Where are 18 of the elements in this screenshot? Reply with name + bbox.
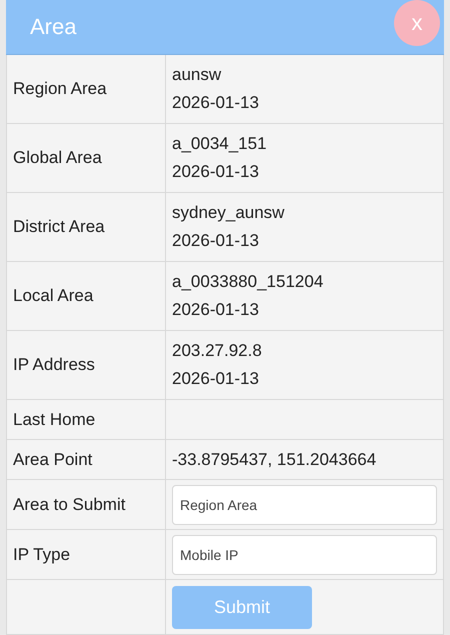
row-label: Global Area <box>13 148 102 168</box>
row-value: a_0034_151 2026-01-13 <box>172 133 267 183</box>
row-label: District Area <box>13 217 105 237</box>
row-label: IP Type <box>13 544 70 564</box>
row-value: 203.27.92.8 2026-01-13 <box>172 340 262 390</box>
row-value: sydney_aunsw 2026-01-13 <box>172 202 284 252</box>
row-label: Last Home <box>13 410 96 430</box>
dialog-title: Area <box>30 14 76 40</box>
row-label: Area Point <box>13 450 92 470</box>
row-label: IP Address <box>13 355 95 375</box>
row-label: Region Area <box>13 79 107 99</box>
row-value: -33.8795437, 151.2043664 <box>172 448 376 470</box>
input-field[interactable]: Region Area <box>172 484 437 524</box>
input-field[interactable]: Mobile IP <box>172 534 437 574</box>
row-value: a_0033880_151204 2026-01-13 <box>172 271 324 321</box>
row-value: aunsw 2026-01-13 <box>172 64 259 114</box>
row-label: Area to Submit <box>13 494 126 514</box>
row-label: Local Area <box>13 286 94 306</box>
